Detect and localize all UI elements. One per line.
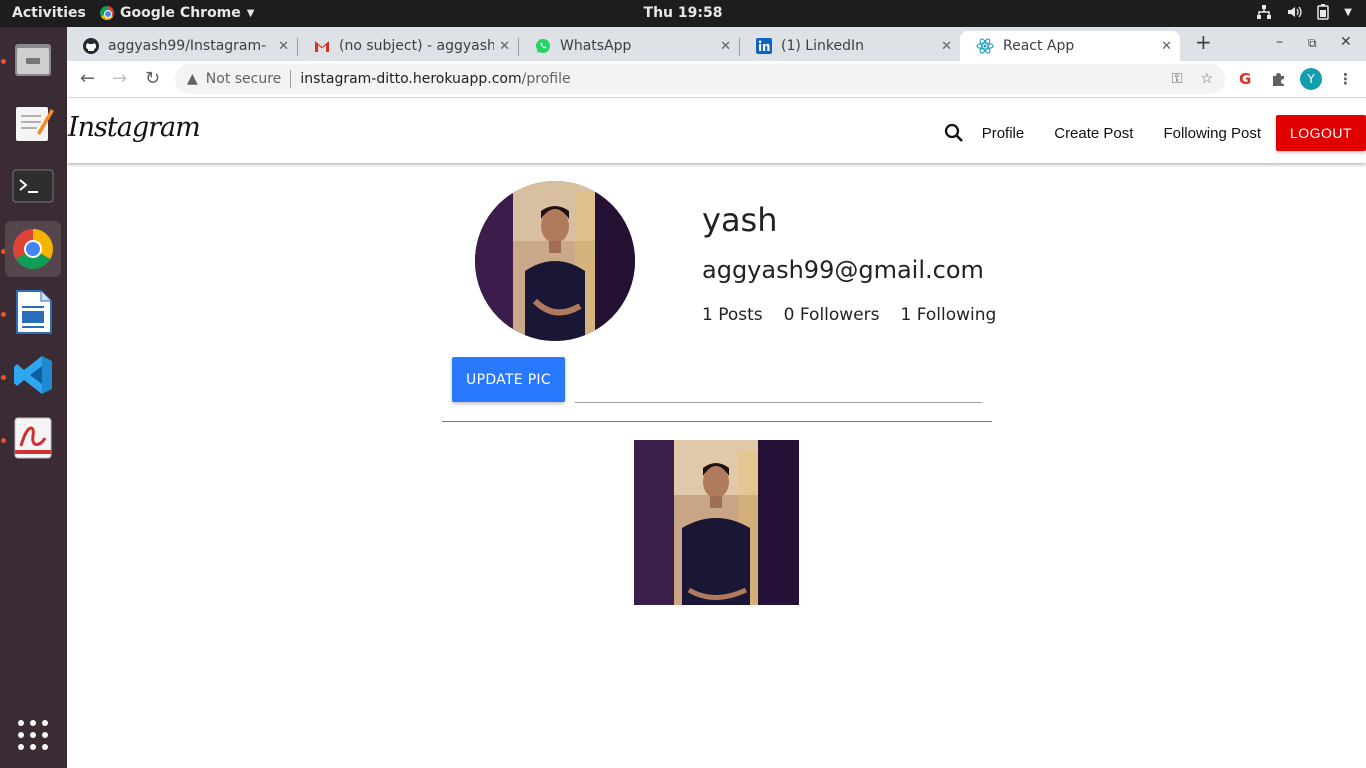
nav-profile-link[interactable]: Profile bbox=[982, 125, 1025, 142]
maximize-button[interactable]: ⧉ bbox=[1308, 36, 1317, 51]
brand-logo[interactable]: Instagram bbox=[68, 112, 201, 143]
dock bbox=[0, 27, 67, 768]
profile-stats: 1 Posts 0 Followers 1 Following bbox=[702, 305, 1017, 325]
reload-button[interactable]: ↻ bbox=[145, 68, 160, 89]
gmail-icon bbox=[315, 40, 329, 52]
nav-links: Profile Create Post Following Post LOGOU… bbox=[944, 115, 1366, 151]
dock-terminal[interactable] bbox=[5, 158, 61, 214]
url-host: instagram-ditto.herokuapp.com bbox=[300, 71, 522, 87]
search-icon[interactable] bbox=[944, 123, 964, 143]
chevron-down-icon: ▼ bbox=[1344, 6, 1352, 18]
close-window-button[interactable]: ✕ bbox=[1340, 34, 1352, 50]
url-path: /profile bbox=[521, 71, 571, 87]
react-icon bbox=[976, 38, 994, 54]
close-icon[interactable]: ✕ bbox=[720, 39, 731, 54]
close-icon[interactable]: ✕ bbox=[941, 39, 952, 54]
followers-count[interactable]: 0 Followers bbox=[784, 305, 880, 325]
text-editor-icon bbox=[16, 107, 54, 141]
nav-following-post-link[interactable]: Following Post bbox=[1163, 125, 1261, 142]
new-tab-button[interactable]: + bbox=[1195, 30, 1212, 54]
profile-email: aggyash99@gmail.com bbox=[702, 256, 984, 284]
dock-pdf-viewer[interactable] bbox=[5, 410, 61, 466]
minimize-button[interactable]: – bbox=[1276, 34, 1283, 50]
divider bbox=[442, 421, 992, 422]
key-icon[interactable]: ⚿ bbox=[1172, 71, 1183, 87]
security-label: Not secure bbox=[205, 71, 282, 87]
page-content: Instagram Profile Create Post Following … bbox=[67, 98, 1366, 768]
tab-linkedin[interactable]: (1) LinkedIn ✕ bbox=[740, 31, 960, 61]
pdf-viewer-icon bbox=[14, 417, 52, 459]
chrome-icon bbox=[13, 229, 53, 269]
vscode-icon bbox=[14, 356, 52, 394]
app-navbar: Instagram Profile Create Post Following … bbox=[67, 98, 1366, 163]
system-top-bar: Activities Google Chrome ▼ Thu 19:58 ▼ bbox=[0, 0, 1366, 27]
tab-title: WhatsApp bbox=[560, 38, 632, 54]
file-path-input[interactable] bbox=[575, 378, 982, 403]
close-icon[interactable]: ✕ bbox=[1161, 39, 1172, 54]
post-photo bbox=[634, 440, 799, 605]
linkedin-icon bbox=[756, 38, 772, 54]
nav-create-post-link[interactable]: Create Post bbox=[1054, 125, 1133, 142]
profile-picture bbox=[475, 181, 635, 341]
tab-title: (1) LinkedIn bbox=[781, 38, 864, 54]
menu-icon[interactable]: ⋮ bbox=[1338, 70, 1353, 88]
warning-icon[interactable]: ▲ bbox=[187, 71, 198, 87]
close-icon[interactable]: ✕ bbox=[278, 39, 289, 54]
following-count[interactable]: 1 Following bbox=[901, 305, 997, 325]
tab-strip: aggyash99/Instagram- ✕ (no subject) - ag… bbox=[67, 27, 1366, 61]
dock-vscode[interactable] bbox=[5, 347, 61, 403]
back-button[interactable]: ← bbox=[80, 68, 95, 89]
post-thumbnail[interactable] bbox=[634, 440, 799, 605]
browser-toolbar: ← → ↻ ▲ Not secure instagram-ditto.herok… bbox=[67, 61, 1366, 98]
address-bar[interactable]: ▲ Not secure instagram-ditto.herokuapp.c… bbox=[175, 64, 1225, 94]
whatsapp-icon bbox=[536, 39, 550, 53]
grammarly-icon[interactable]: G bbox=[1239, 70, 1251, 88]
omnibox-icons: ⚿ ☆ bbox=[1172, 71, 1213, 87]
tab-title: aggyash99/Instagram- bbox=[108, 38, 267, 54]
extensions-icon[interactable] bbox=[1271, 72, 1286, 87]
system-tray[interactable]: ▼ bbox=[1256, 4, 1352, 20]
writer-icon bbox=[16, 290, 52, 334]
show-apps-icon[interactable] bbox=[17, 719, 49, 751]
network-icon bbox=[1257, 5, 1272, 19]
bookmark-star-icon[interactable]: ☆ bbox=[1200, 71, 1213, 87]
tab-title: React App bbox=[1003, 38, 1075, 54]
omnibox-divider bbox=[290, 70, 292, 88]
volume-icon bbox=[1288, 6, 1302, 18]
logout-button[interactable]: LOGOUT bbox=[1276, 115, 1366, 151]
dock-text-editor[interactable] bbox=[5, 95, 61, 151]
clock[interactable]: Thu 19:58 bbox=[0, 5, 1366, 21]
profile-photo bbox=[475, 181, 635, 341]
tab-gmail[interactable]: (no subject) - aggyash9 ✕ bbox=[298, 31, 518, 61]
update-pic-button[interactable]: UPDATE PIC bbox=[452, 357, 565, 402]
posts-count: 1 Posts bbox=[702, 305, 763, 325]
profile-username: yash bbox=[702, 201, 778, 239]
file-manager-icon bbox=[15, 44, 51, 76]
tab-title: (no subject) - aggyash9 bbox=[339, 38, 494, 54]
tab-react-app[interactable]: React App ✕ bbox=[960, 31, 1180, 61]
dock-writer[interactable] bbox=[5, 284, 61, 340]
tab-github[interactable]: aggyash99/Instagram- ✕ bbox=[67, 31, 297, 61]
profile-avatar[interactable]: Y bbox=[1300, 68, 1322, 90]
dock-chrome[interactable] bbox=[5, 221, 61, 277]
github-icon bbox=[83, 38, 99, 54]
close-icon[interactable]: ✕ bbox=[499, 39, 510, 54]
terminal-icon bbox=[12, 169, 54, 203]
forward-button[interactable]: → bbox=[112, 68, 127, 89]
dock-file-manager[interactable] bbox=[5, 32, 61, 88]
tab-whatsapp[interactable]: WhatsApp ✕ bbox=[519, 31, 739, 61]
battery-icon bbox=[1317, 4, 1330, 20]
